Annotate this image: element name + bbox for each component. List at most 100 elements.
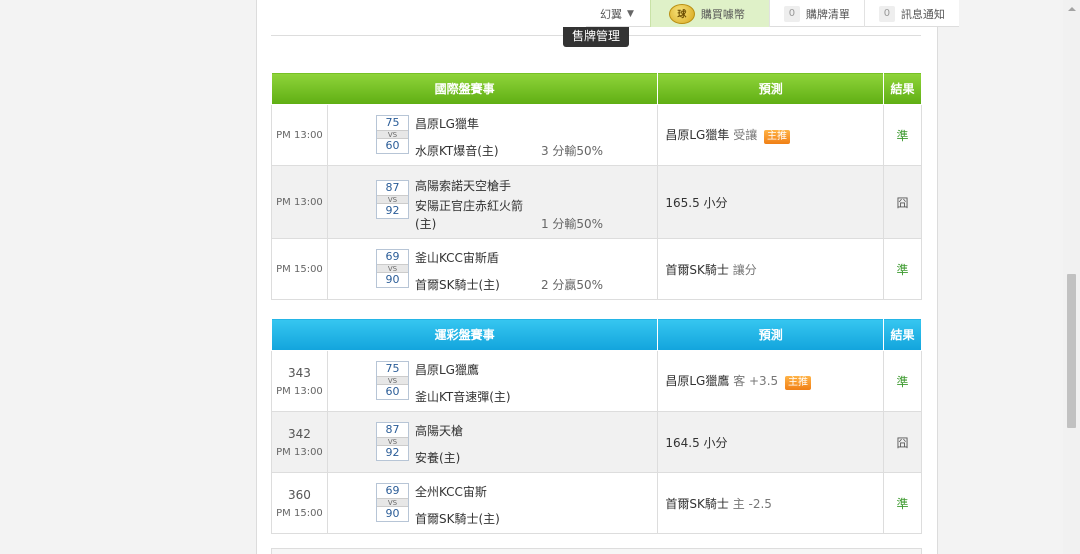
game-time: PM 13:00 [271,165,328,239]
score-box: 69 VS 90 [375,483,409,522]
table-row: PM 15:00 69 VS 90 釜山KCC宙斯盾 首爾SK騎士(主) 2 分… [271,238,922,300]
page: 幻翼 ▼ 球 購買噱幣 0 購牌清單 0 訊息通知 售牌管理 國際盤賽事 預測 … [0,0,1080,554]
score-box: 75 VS 60 [375,115,409,154]
handicap: 3 分輸50% [540,144,604,158]
prediction-type: 受讓 [733,128,758,142]
handicap: 1 分輸50% [540,217,604,231]
header-prediction: 預測 [657,72,885,105]
score-box: 75 VS 60 [375,361,409,400]
away-score: 69 [385,250,400,263]
prediction-team: 首爾SK騎士 [665,496,729,511]
score-box: 87 VS 92 [375,180,409,219]
vs-label: VS [376,437,408,446]
away-score: 75 [385,362,400,375]
game-number: 360 [288,487,311,502]
match-cell: 69 VS 90 釜山KCC宙斯盾 首爾SK騎士(主) 2 分贏50% [326,238,659,300]
header-lottery-games: 運彩盤賽事 [270,318,659,351]
game-cell: 360 PM 15:00 [271,472,328,534]
game-time: PM 15:00 [276,507,323,519]
away-team: 昌原LG獵隼 [414,117,479,131]
score-box: 69 VS 90 [375,249,409,288]
vs-label: VS [376,195,408,204]
table-row: PM 13:00 87 VS 92 高陽索諾天空槍手 安陽正官庄赤紅火箭 (主)… [271,165,922,239]
away-score: 69 [385,484,400,497]
home-team: 首爾SK騎士(主) [414,278,500,292]
away-team: 全州KCC宙斯 [414,485,487,499]
header-result: 結果 [883,318,922,351]
home-score: 92 [385,446,400,459]
user-menu[interactable]: 幻翼 ▼ [586,0,650,27]
game-cell: 343 PM 13:00 [271,350,328,412]
home-team: 水原KT爆音(主) [414,144,499,158]
prediction-cell: 164.5 小分 [657,411,885,473]
match-cell: 87 VS 92 高陽索諾天空槍手 安陽正官庄赤紅火箭 (主) 1 分輸50% [326,165,659,239]
prediction-cell: 昌原LG獵鷹 客 +3.5 主推 [657,350,885,412]
away-team: 高陽索諾天空槍手 [414,179,511,193]
section-title: 售牌管理 [563,27,629,47]
home-score: 60 [385,385,400,398]
scroll-up-arrow-icon[interactable] [1063,0,1080,17]
table-header-row: 運彩盤賽事 預測 結果 [270,318,922,351]
scrollbar-thumb[interactable] [1067,274,1076,428]
caret-down-icon: ▼ [627,8,634,19]
international-games-table: 國際盤賽事 預測 結果 PM 13:00 75 VS 60 昌原LG獵隼 水原K… [270,72,922,300]
match-cell: 87 VS 92 高陽天槍 安養(主) [326,411,659,473]
prediction-team: 首爾SK騎士 [665,262,729,277]
prediction-cell: 首爾SK騎士 讓分 [657,238,885,300]
table-row: 360 PM 15:00 69 VS 90 全州KCC宙斯 首爾SK騎士(主) … [271,472,922,534]
table-row: 343 PM 13:00 75 VS 60 昌原LG獵鷹 釜山KT音速彈(主) … [271,350,922,412]
next-section-edge [271,548,922,554]
coin-icon: 球 [668,3,695,24]
user-name: 幻翼 [600,7,622,21]
prediction-type: 讓分 [732,262,757,277]
away-score: 87 [385,181,400,194]
top-bar: 幻翼 ▼ 球 購買噱幣 0 購牌清單 0 訊息通知 [586,0,959,27]
buy-coins-label: 購買噱幣 [700,7,745,21]
home-score: 90 [385,507,400,520]
score-box: 87 VS 92 [375,422,409,461]
game-cell: 342 PM 13:00 [271,411,328,473]
home-team: 釜山KT音速彈(主) [414,390,511,404]
away-team: 高陽天槍 [414,424,463,438]
match-cell: 75 VS 60 昌原LG獵隼 水原KT爆音(主) 3 分輸50% [326,104,659,166]
header-prediction: 預測 [657,318,885,351]
featured-pick-badge: 主推 [784,376,811,390]
prediction-total: 164.5 小分 [665,435,728,450]
table-row: PM 13:00 75 VS 60 昌原LG獵隼 水原KT爆音(主) 3 分輸5… [271,104,922,166]
game-time: PM 15:00 [271,238,328,300]
header-international-games: 國際盤賽事 [270,72,659,105]
result-hit: 準 [883,104,922,166]
match-cell: 75 VS 60 昌原LG獵鷹 釜山KT音速彈(主) [326,350,659,412]
result-miss: 囧 [883,165,922,239]
prediction-total: 165.5 小分 [665,195,728,210]
lottery-games-table: 運彩盤賽事 預測 結果 343 PM 13:00 75 VS 60 昌原LG獵鷹… [270,318,922,534]
notifications-button[interactable]: 0 訊息通知 [863,0,959,27]
result-hit: 準 [883,472,922,534]
home-team-suffix: (主) [414,217,437,231]
away-team: 昌原LG獵鷹 [414,363,479,377]
notifications-label: 訊息通知 [900,7,945,21]
table-row: 342 PM 13:00 87 VS 92 高陽天槍 安養(主) 164.5 小… [271,411,922,473]
result-miss: 囧 [883,411,922,473]
purchase-count-badge: 0 [783,5,800,22]
prediction-type: 主 -2.5 [732,496,772,511]
game-time: PM 13:00 [276,385,323,397]
game-time: PM 13:00 [276,446,323,458]
result-hit: 準 [883,238,922,300]
header-result: 結果 [883,72,922,105]
vertical-scrollbar[interactable] [1063,0,1080,554]
notification-count-badge: 0 [878,5,895,22]
featured-pick-badge: 主推 [764,130,791,144]
result-hit: 準 [883,350,922,412]
home-team: 安養(主) [414,451,461,465]
vs-label: VS [376,376,408,385]
buy-coins-button[interactable]: 球 購買噱幣 [649,0,769,27]
table-header-row: 國際盤賽事 預測 結果 [270,72,922,105]
prediction-cell: 昌原LG獵隼 受讓 主推 [657,104,885,166]
home-team: 安陽正官庄赤紅火箭 [414,199,523,213]
match-cell: 69 VS 90 全州KCC宙斯 首爾SK騎士(主) [326,472,659,534]
game-time: PM 13:00 [271,104,328,166]
home-score: 60 [385,139,400,152]
game-number: 343 [288,365,311,380]
purchase-list-button[interactable]: 0 購牌清單 [768,0,864,27]
